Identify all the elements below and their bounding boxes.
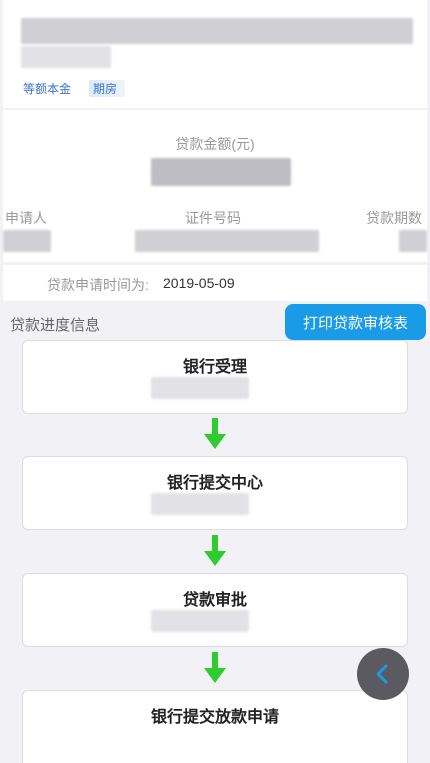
id-number-label: 证件号码 (185, 210, 241, 226)
apply-time-label: 贷款申请时间为: (47, 277, 149, 293)
loan-summary: 贷款金额(元) 申请人 证件号码 贷款期数 (3, 110, 427, 262)
progress-step: 银行受理 (22, 340, 408, 414)
loan-card[interactable]: 等额本金 期房 (3, 0, 427, 108)
apply-time-row: 贷款申请时间为: 2019-05-09 (3, 265, 427, 301)
back-fab-button[interactable] (357, 648, 409, 700)
id-number-value-redacted (135, 230, 319, 252)
progress-step: 贷款审批 (22, 573, 408, 647)
step-name: 银行提交中心 (166, 475, 263, 492)
step-detail-redacted (151, 610, 249, 632)
step-name: 银行受理 (182, 359, 247, 376)
apply-time-value: 2019-05-09 (163, 275, 235, 291)
progress-title: 贷款进度信息 (10, 317, 101, 334)
print-review-form-button[interactable]: 打印贷款审核表 (285, 304, 426, 340)
down-arrow-icon (204, 535, 226, 566)
loan-subtitle-redacted (21, 46, 111, 68)
step-detail-redacted (151, 493, 249, 515)
chevron-left-icon (376, 664, 388, 684)
amount-value-redacted (151, 158, 291, 186)
step-detail-redacted (151, 377, 249, 399)
loan-title-redacted (21, 18, 413, 44)
applicant-label: 申请人 (5, 210, 47, 226)
step-name: 贷款审批 (182, 592, 247, 609)
repay-type-tag: 等额本金 (23, 82, 72, 96)
progress-step: 银行提交放款申请 (22, 690, 408, 763)
applicant-value-redacted (3, 230, 51, 252)
term-tag: 期房 (89, 80, 126, 97)
step-name: 银行提交放款申请 (150, 709, 279, 726)
down-arrow-icon (204, 418, 226, 449)
loan-term-value-redacted (399, 230, 427, 252)
progress-step: 银行提交中心 (22, 456, 408, 530)
amount-label: 贷款金额(元) (175, 136, 255, 152)
loan-term-label: 贷款期数 (366, 210, 422, 226)
down-arrow-icon (204, 652, 226, 683)
